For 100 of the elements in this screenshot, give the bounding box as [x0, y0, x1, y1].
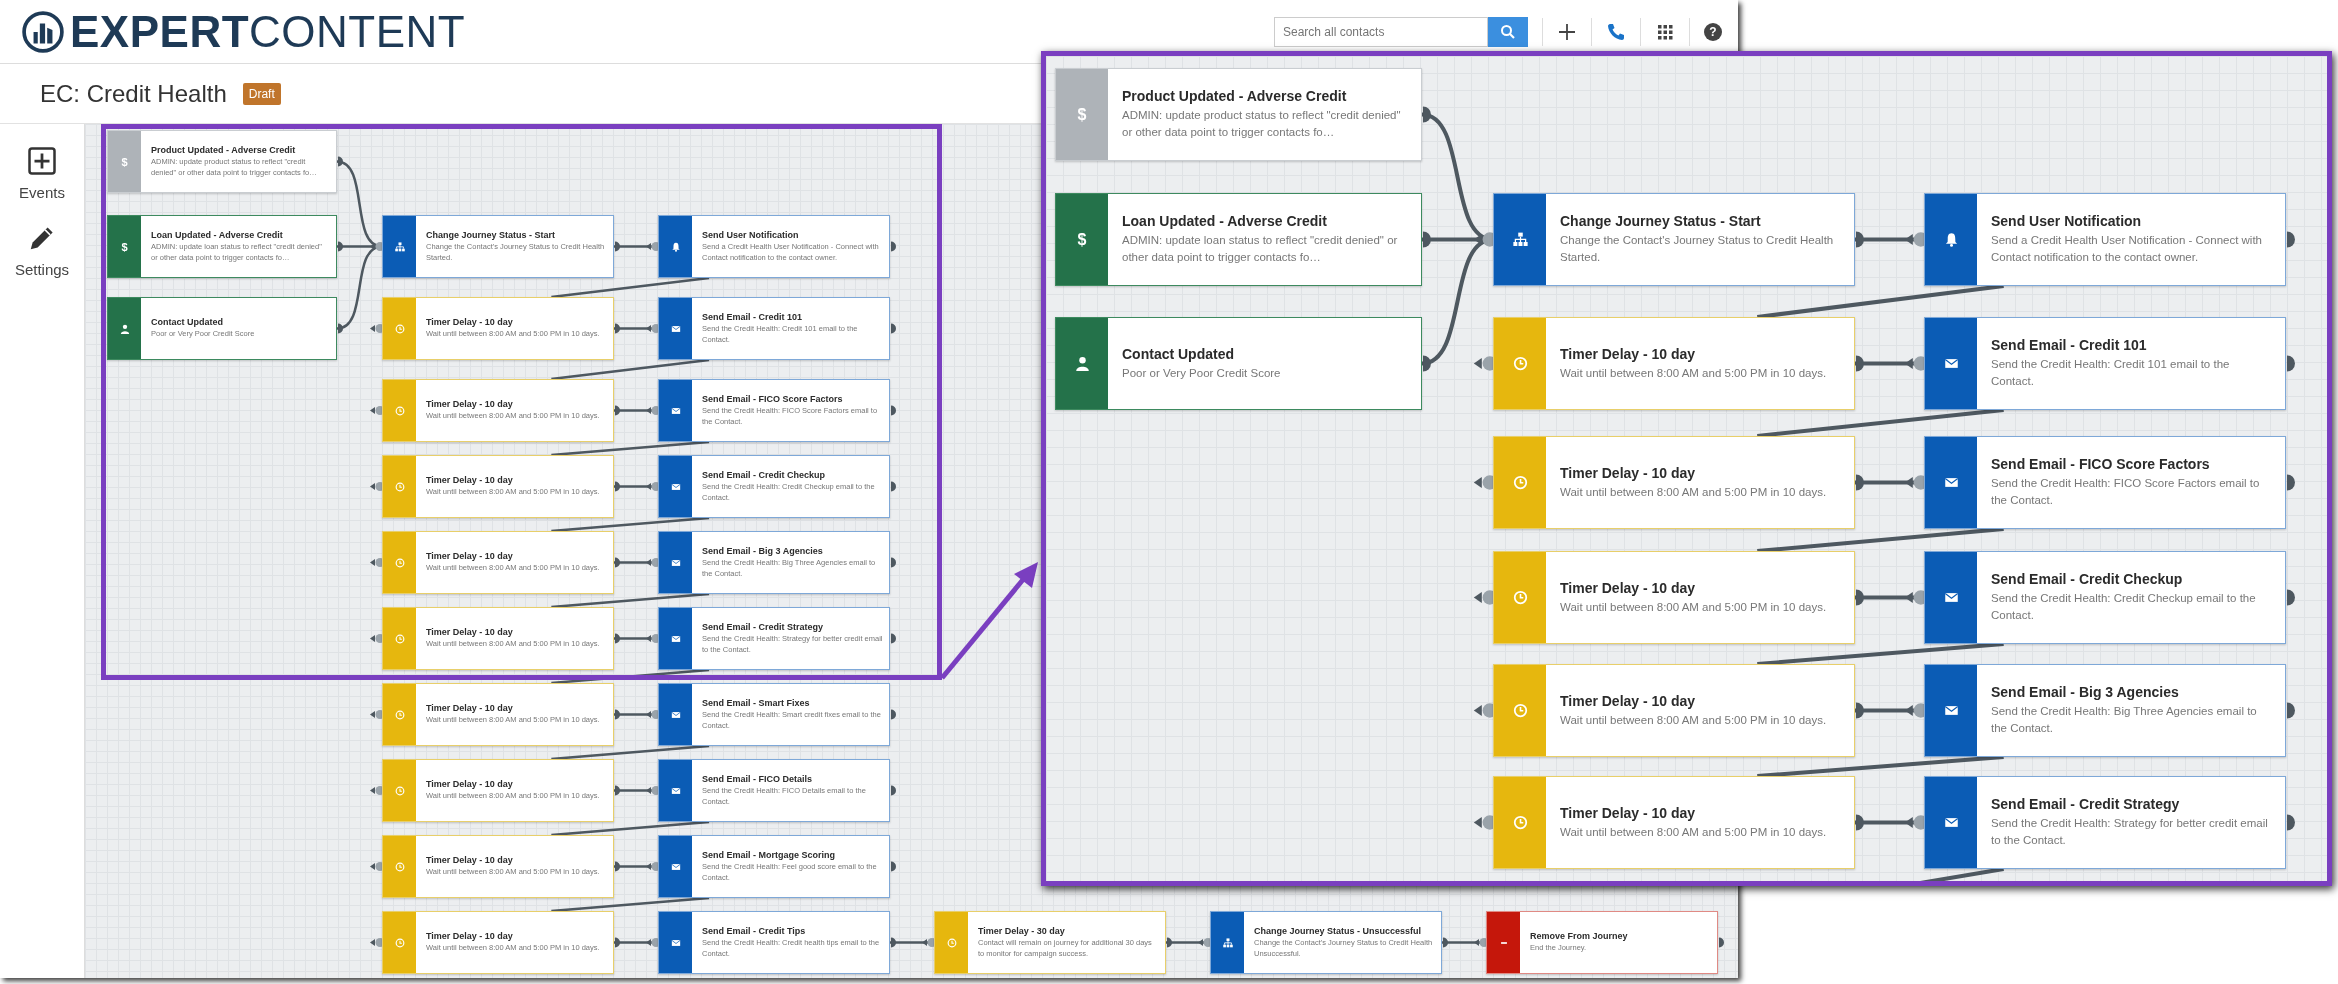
- output-port-icon[interactable]: [891, 405, 896, 416]
- output-port-icon[interactable]: [615, 633, 620, 644]
- output-port-icon[interactable]: [615, 785, 620, 796]
- envelope-icon: [670, 861, 681, 872]
- phone-icon[interactable]: [1606, 21, 1626, 42]
- envelope-icon: [670, 481, 681, 492]
- card-title: Send Email - Big 3 Agencies: [1991, 684, 2180, 701]
- help-icon[interactable]: ?: [1704, 22, 1722, 41]
- output-port-icon[interactable]: [615, 241, 620, 252]
- card-title: Timer Delay - 10 day: [1560, 579, 1697, 596]
- output-port-icon[interactable]: [891, 861, 896, 872]
- output-port-icon[interactable]: [615, 405, 620, 416]
- output-port-icon[interactable]: [891, 937, 896, 948]
- card-description: Poor or Very Poor Credit Score: [1122, 365, 1282, 381]
- card-title: Send Email - FICO Score Factors: [702, 394, 844, 405]
- output-port-icon[interactable]: [891, 557, 896, 568]
- add-box-icon: [27, 146, 57, 176]
- output-port-icon[interactable]: [1856, 231, 1864, 248]
- card-title: Change Journey Status - Unsuccessful: [1254, 926, 1423, 937]
- output-port-icon[interactable]: [891, 241, 896, 252]
- dollar-icon: $: [121, 155, 128, 168]
- card-description: ADMIN: update product status to reflect "credit denied" or other data point to trigger contacts fo…: [1122, 108, 1402, 140]
- output-port-icon[interactable]: [1167, 937, 1172, 948]
- output-port-icon[interactable]: [2287, 474, 2295, 491]
- output-port-icon[interactable]: [338, 156, 343, 167]
- card-title: Send Email - Credit Checkup: [1991, 571, 2184, 588]
- card-title: Send Email - Credit 101: [1991, 337, 2148, 354]
- output-port-icon[interactable]: [1443, 937, 1448, 948]
- output-port-icon[interactable]: [2287, 589, 2295, 606]
- card-title: Loan Updated - Adverse Credit: [151, 230, 284, 241]
- person-icon: [119, 323, 130, 334]
- output-port-icon[interactable]: [1856, 589, 1864, 606]
- sidebar-item[interactable]: Events: [19, 146, 65, 201]
- card-title: Timer Delay - 10 day: [426, 931, 514, 942]
- card-title: Timer Delay - 10 day: [1560, 692, 1697, 709]
- output-port-icon[interactable]: [615, 323, 620, 334]
- output-port-icon[interactable]: [891, 323, 896, 334]
- card-title: Send Email - Smart Fixes: [702, 698, 811, 709]
- output-port-icon[interactable]: [615, 709, 620, 720]
- envelope-icon: [670, 633, 681, 644]
- hierarchy-icon: [394, 241, 405, 252]
- card-title: Send Email - Mortgage Scoring: [702, 850, 837, 861]
- output-port-icon[interactable]: [1423, 106, 1431, 123]
- clock-icon: [394, 937, 405, 948]
- card-description: Wait until between 8:00 AM and 5:00 PM in 10 days.: [1560, 484, 1828, 500]
- card-title: Contact Updated: [1122, 345, 1235, 362]
- card-title: Send Email - Credit Checkup: [702, 470, 827, 481]
- output-port-icon[interactable]: [891, 709, 896, 720]
- output-port-icon[interactable]: [891, 785, 896, 796]
- clock-icon: [394, 481, 405, 492]
- output-port-icon[interactable]: [1856, 814, 1864, 831]
- envelope-icon: [1943, 703, 1959, 718]
- card-title: Send Email - Credit Strategy: [1991, 796, 2181, 813]
- envelope-icon: [1943, 590, 1959, 605]
- card-title: Change Journey Status - Start: [1560, 213, 1762, 230]
- card-title: Remove From Journey: [1530, 931, 1629, 942]
- search-field[interactable]: Search all contacts: [1274, 16, 1488, 47]
- output-port-icon[interactable]: [2287, 355, 2295, 372]
- output-port-icon[interactable]: [2287, 814, 2295, 831]
- envelope-icon: [1943, 815, 1959, 830]
- output-port-icon[interactable]: [2287, 702, 2295, 719]
- card-title: Contact Updated: [151, 317, 224, 328]
- output-port-icon[interactable]: [615, 557, 620, 568]
- search-icon: [1500, 23, 1516, 40]
- card-title: Change Journey Status - Start: [426, 230, 557, 241]
- output-port-icon[interactable]: [1856, 474, 1864, 491]
- output-port-icon[interactable]: [1856, 355, 1864, 372]
- clock-icon: [394, 323, 405, 334]
- output-port-icon[interactable]: [1423, 355, 1431, 372]
- card-title: Timer Delay - 10 day: [426, 703, 514, 714]
- search-button[interactable]: [1488, 16, 1528, 47]
- card-title: Product Updated - Adverse Credit: [1122, 88, 1348, 105]
- output-port-icon[interactable]: [615, 861, 620, 872]
- add-icon[interactable]: [1557, 21, 1577, 42]
- output-port-icon[interactable]: [891, 481, 896, 492]
- clock-icon: [1512, 815, 1528, 830]
- clock-icon: [1512, 356, 1528, 371]
- output-port-icon[interactable]: [1719, 937, 1724, 948]
- sidebar-item[interactable]: Settings: [14, 223, 70, 278]
- output-port-icon[interactable]: [2287, 231, 2295, 248]
- card-description: Send the Credit Health: Credit Checkup email to the Contact.: [1991, 591, 2257, 623]
- output-port-icon[interactable]: [1856, 702, 1864, 719]
- clock-icon: [394, 709, 405, 720]
- card-title: Send Email - FICO Details: [702, 774, 814, 785]
- card-description: ADMIN: update loan status to reflect "credit denied" or other data point to trigger contacts fo…: [1122, 233, 1399, 265]
- card-title: Product Updated - Adverse Credit: [151, 145, 297, 156]
- envelope-icon: [1943, 356, 1959, 371]
- clock-icon: [394, 861, 405, 872]
- page-title: EC: Credit Health: [40, 79, 227, 108]
- bell-icon: [1943, 232, 1959, 247]
- output-port-icon[interactable]: [615, 937, 620, 948]
- card-title: Timer Delay - 10 day: [426, 855, 514, 866]
- logo-wordmark: EXPERTCONTENT: [70, 9, 466, 54]
- output-port-icon[interactable]: [338, 323, 343, 334]
- output-port-icon[interactable]: [891, 633, 896, 644]
- card-description: Send the Credit Health: Strategy for better credit email to the Contact.: [1991, 816, 2269, 848]
- output-port-icon[interactable]: [338, 241, 343, 252]
- output-port-icon[interactable]: [615, 481, 620, 492]
- card-description: Wait until between 8:00 AM and 5:00 PM in 10 days.: [1560, 712, 1828, 728]
- output-port-icon[interactable]: [1423, 231, 1431, 248]
